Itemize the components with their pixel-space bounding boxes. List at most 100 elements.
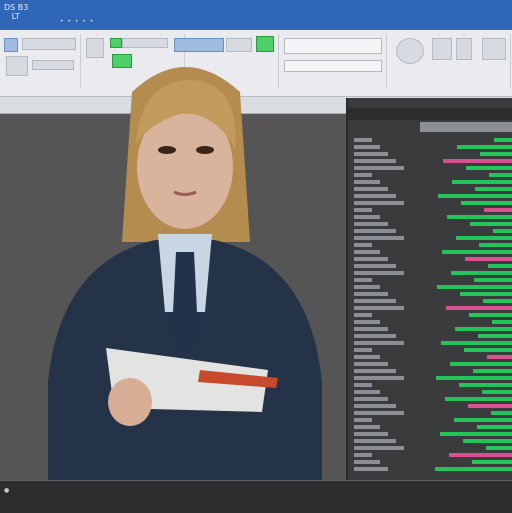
panel-row-label bbox=[354, 201, 404, 205]
panel-row bbox=[466, 166, 512, 170]
panel-row bbox=[480, 152, 512, 156]
panel-row-label bbox=[354, 320, 380, 324]
panel-row-label bbox=[354, 243, 372, 247]
panel-row bbox=[437, 285, 512, 289]
panel-row-label bbox=[354, 145, 380, 149]
panel-row bbox=[445, 397, 512, 401]
panel-row bbox=[489, 173, 512, 177]
panel-row bbox=[438, 194, 512, 198]
panel-row-label bbox=[354, 348, 372, 352]
panel-row-label bbox=[354, 187, 388, 191]
panel-row bbox=[460, 292, 512, 296]
panel-row-label bbox=[354, 390, 380, 394]
ribbon-icon[interactable] bbox=[110, 38, 122, 48]
panel-row-label bbox=[354, 306, 404, 310]
globe-icon[interactable] bbox=[396, 38, 424, 64]
title-text: DS B3 LT bbox=[4, 3, 29, 21]
panel-row-label bbox=[354, 327, 388, 331]
panel-row bbox=[435, 467, 512, 471]
panel-row bbox=[482, 390, 512, 394]
panel-row bbox=[443, 159, 512, 163]
panel-row bbox=[487, 355, 512, 359]
side-panel bbox=[346, 98, 512, 480]
panel-row bbox=[449, 453, 512, 457]
panel-row bbox=[446, 306, 512, 310]
ribbon-button[interactable] bbox=[226, 38, 252, 52]
eye-right bbox=[196, 146, 214, 154]
panel-row bbox=[475, 187, 512, 191]
panel-row bbox=[486, 446, 512, 450]
panel-row-label bbox=[354, 159, 396, 163]
panel-row-label bbox=[354, 446, 404, 450]
panel-row bbox=[452, 180, 512, 184]
person-figure bbox=[48, 67, 322, 480]
panel-header bbox=[348, 108, 512, 120]
title-bar: DS B3 LT • • • • • bbox=[0, 0, 512, 30]
panel-row-label bbox=[354, 404, 396, 408]
panel-row-label bbox=[354, 334, 396, 338]
panel-row-label bbox=[354, 383, 372, 387]
ribbon-button[interactable] bbox=[6, 56, 28, 76]
panel-row-label bbox=[354, 341, 404, 345]
panel-row bbox=[461, 201, 512, 205]
panel-row bbox=[492, 320, 512, 324]
panel-row bbox=[447, 215, 512, 219]
panel-row bbox=[473, 369, 512, 373]
panel-row bbox=[450, 362, 512, 366]
panel-row-label bbox=[354, 285, 380, 289]
panel-row-label bbox=[354, 411, 404, 415]
hand bbox=[108, 378, 152, 426]
panel-row bbox=[488, 264, 512, 268]
panel-row bbox=[464, 348, 512, 352]
panel-row-label bbox=[354, 278, 372, 282]
panel-row bbox=[479, 243, 512, 247]
panel-row-label bbox=[354, 166, 404, 170]
panel-row-label bbox=[354, 369, 396, 373]
panel-row-label bbox=[354, 173, 372, 177]
panel-row-label bbox=[354, 453, 372, 457]
panel-row-label bbox=[354, 425, 380, 429]
menu-strip[interactable]: • • • • • bbox=[60, 18, 94, 25]
status-indicator: ● bbox=[4, 487, 10, 494]
panel-row bbox=[454, 418, 512, 422]
ribbon-button[interactable] bbox=[22, 38, 76, 50]
panel-row bbox=[440, 432, 512, 436]
panel-row-label bbox=[354, 152, 388, 156]
panel-row-label bbox=[354, 376, 404, 380]
panel-row bbox=[436, 376, 512, 380]
panel-row-label bbox=[354, 397, 388, 401]
panel-row-label bbox=[354, 257, 388, 261]
chart-icon[interactable] bbox=[482, 38, 506, 60]
panel-row bbox=[468, 404, 512, 408]
ribbon-icon[interactable] bbox=[256, 36, 274, 52]
panel-row-label bbox=[354, 418, 372, 422]
ribbon-icon[interactable] bbox=[456, 38, 472, 60]
panel-row bbox=[491, 411, 512, 415]
ribbon-button[interactable] bbox=[122, 38, 168, 48]
tie bbox=[172, 252, 198, 352]
panel-row-label bbox=[354, 180, 380, 184]
panel-row bbox=[463, 439, 512, 443]
panel-row-label bbox=[354, 138, 372, 142]
panel-row-label bbox=[354, 299, 396, 303]
panel-row bbox=[472, 460, 512, 464]
panel-row-label bbox=[354, 460, 380, 464]
eye-left bbox=[158, 146, 176, 154]
panel-row-label bbox=[354, 222, 388, 226]
panel-row bbox=[478, 334, 512, 338]
panel-row bbox=[494, 138, 512, 142]
panel-row-label bbox=[354, 313, 372, 317]
panel-column-bar bbox=[420, 122, 512, 132]
ribbon-icon[interactable] bbox=[4, 38, 18, 52]
panel-row bbox=[477, 425, 512, 429]
ribbon-button[interactable] bbox=[174, 38, 224, 52]
panel-row bbox=[465, 257, 512, 261]
panel-row-label bbox=[354, 355, 380, 359]
panel-row bbox=[493, 229, 512, 233]
panel-row-label bbox=[354, 215, 380, 219]
panel-row-label bbox=[354, 439, 396, 443]
ribbon-icon[interactable] bbox=[432, 38, 452, 60]
panel-row-label bbox=[354, 250, 380, 254]
panel-row bbox=[483, 299, 512, 303]
panel-row bbox=[459, 383, 512, 387]
